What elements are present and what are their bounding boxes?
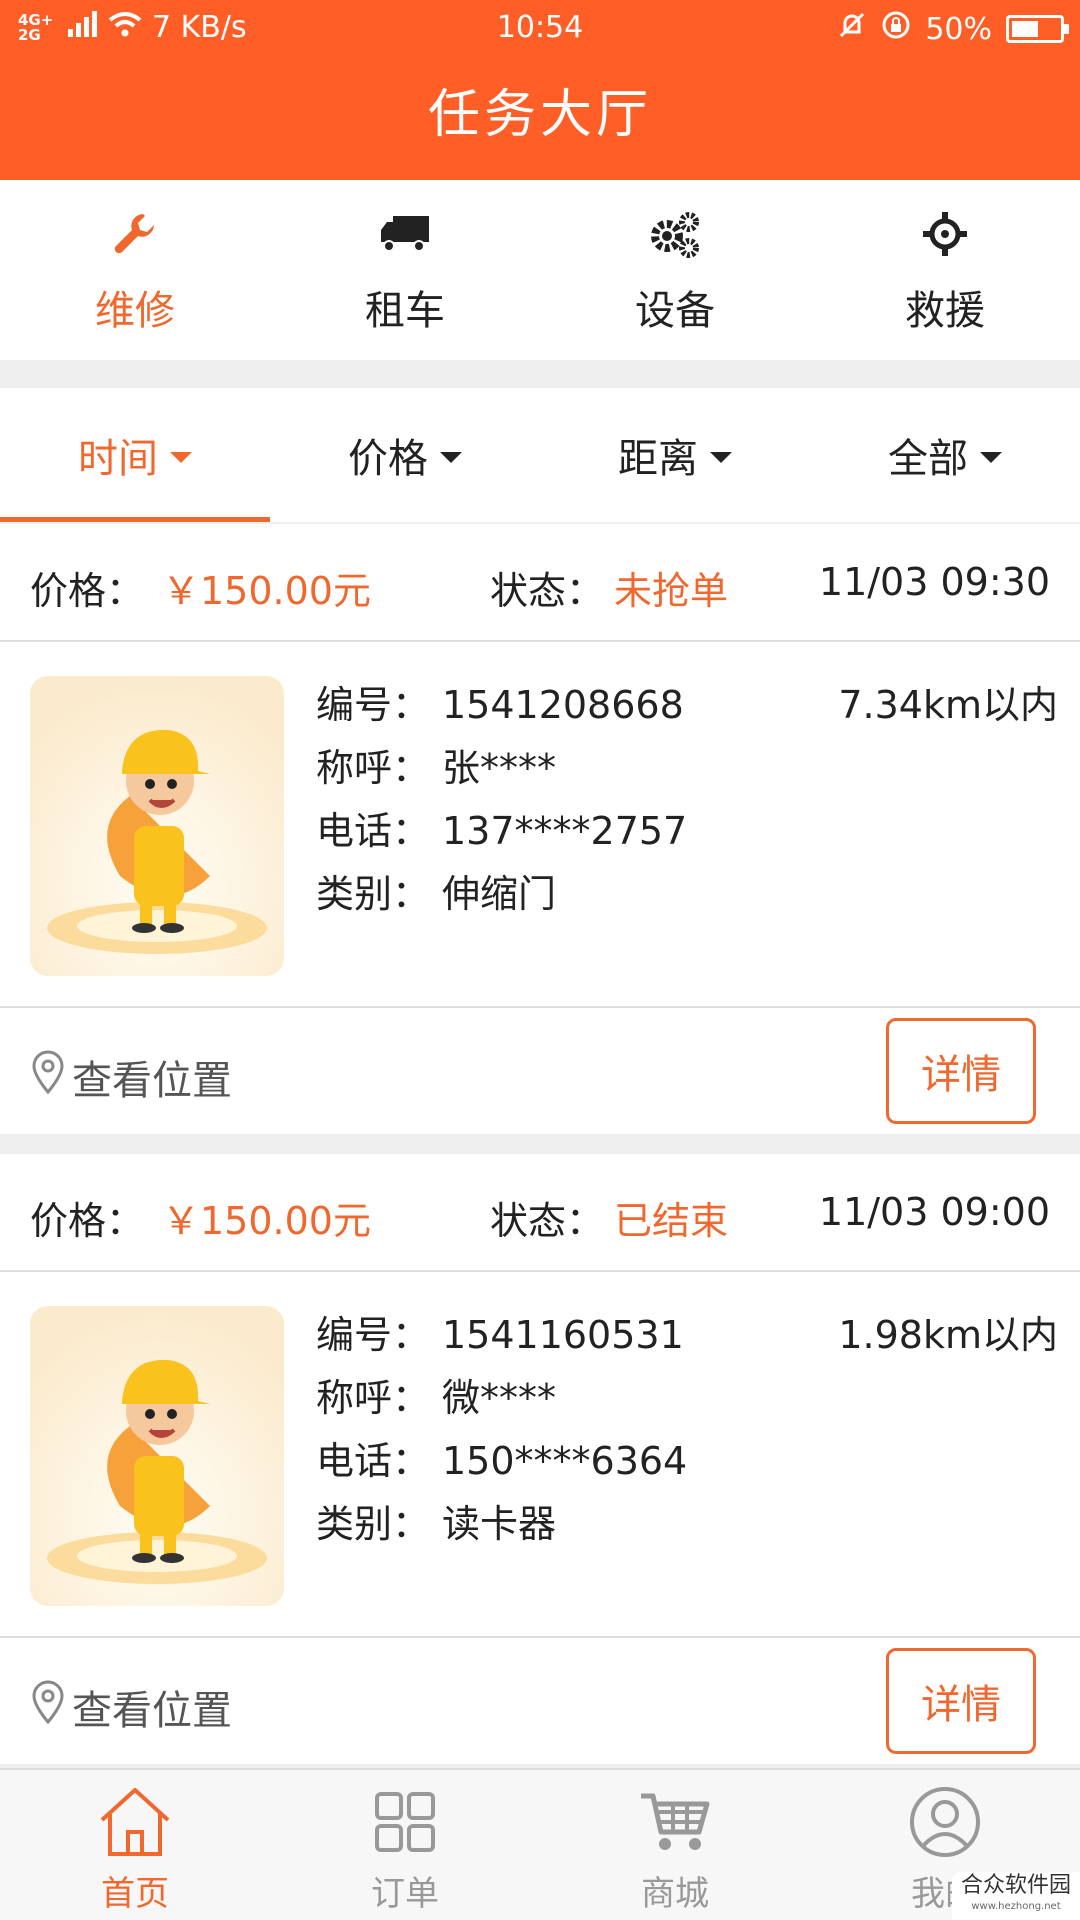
category-label: 设备 <box>635 288 715 334</box>
filter-all[interactable]: 全部 <box>810 388 1080 522</box>
task-action-row: 查看位置 详情 <box>0 1008 1080 1134</box>
number-label: 编号： <box>316 1313 431 1357</box>
watermark-text: 合众软件园 <box>960 1873 1071 1898</box>
category-label: 类别： <box>316 1502 431 1546</box>
category-label: 救援 <box>905 288 985 334</box>
page-title: 任务大厅 <box>427 85 652 145</box>
bottom-nav: 首页 订单 商城 我的 <box>0 1768 1080 1920</box>
status-label: 状态： <box>490 569 605 613</box>
home-icon <box>95 1782 175 1862</box>
cart-icon <box>635 1782 715 1862</box>
mute-bell-icon <box>837 10 867 48</box>
filter-label: 全部 <box>888 436 968 482</box>
caret-down-icon <box>170 451 192 463</box>
category-label: 租车 <box>365 288 445 334</box>
task-info-row: 编号： 1541208668 称呼： 张**** 电话： 137****2757 类别… <box>0 642 1080 1008</box>
watermark-url: www.hezhong.net <box>971 1901 1061 1912</box>
task-summary-row: 价格： ￥150.00元 状态： 未抢单 11/03 09:30 <box>0 524 1080 642</box>
task-name: 微**** <box>442 1376 557 1420</box>
task-time: 11/03 09:00 <box>818 1190 1050 1234</box>
task-info: 编号： 1541160531 称呼： 微**** 电话： 150****6364 类别… <box>316 1304 687 1556</box>
watermark: 合众软件园 www.hezhong.net <box>952 1872 1080 1920</box>
task-status: 未抢单 <box>614 569 729 613</box>
price-label: 价格： <box>30 1199 145 1243</box>
battery-fill <box>1012 21 1038 37</box>
task-distance: 7.34km以内 <box>838 683 1058 727</box>
active-underline <box>0 517 270 522</box>
wrench-icon <box>109 208 161 260</box>
category-equipment[interactable]: 设备 <box>540 180 810 360</box>
status-label: 状态： <box>490 1199 605 1243</box>
category-bar: 维修 租车 设备 救援 <box>0 180 1080 360</box>
rotation-lock-icon <box>881 10 911 48</box>
task-name: 张**** <box>442 746 557 790</box>
task-time: 11/03 09:30 <box>818 560 1050 604</box>
task-card: 价格： ￥150.00元 状态： 未抢单 11/03 09:30 编号： 154… <box>0 524 1080 1134</box>
task-number: 1541208668 <box>442 683 684 727</box>
user-icon <box>905 1782 985 1862</box>
phone-label: 电话： <box>316 809 431 853</box>
battery-percent: 50% <box>925 11 992 47</box>
grid-icon <box>365 1782 445 1862</box>
filter-label: 价格 <box>348 436 428 482</box>
app-header: 4G+ 2G 7 KB/s 10:54 50% 任务大厅 <box>0 0 1080 180</box>
nav-orders[interactable]: 订单 <box>270 1770 540 1920</box>
filter-label: 距离 <box>618 436 698 482</box>
repairman-avatar <box>30 1306 284 1606</box>
location-pin-icon <box>30 1679 66 1735</box>
filter-label: 时间 <box>78 436 158 482</box>
view-location-label: 查看位置 <box>72 1688 232 1734</box>
number-label: 编号： <box>316 683 431 727</box>
truck-icon <box>379 208 431 260</box>
caret-down-icon <box>710 451 732 463</box>
task-action-row: 查看位置 详情 <box>0 1638 1080 1764</box>
filter-distance[interactable]: 距离 <box>540 388 810 522</box>
task-status: 已结束 <box>614 1199 729 1243</box>
price-label: 价格： <box>30 569 145 613</box>
category-label: 类别： <box>316 872 431 916</box>
gears-icon <box>649 208 701 260</box>
nav-label: 商城 <box>641 1874 709 1914</box>
phone-label: 电话： <box>316 1439 431 1483</box>
nav-home[interactable]: 首页 <box>0 1770 270 1920</box>
status-bar: 4G+ 2G 7 KB/s 10:54 50% <box>0 0 1080 60</box>
task-category: 伸缩门 <box>442 872 557 916</box>
filter-price[interactable]: 价格 <box>270 388 540 522</box>
task-number: 1541160531 <box>442 1313 684 1357</box>
caret-down-icon <box>980 451 1002 463</box>
task-phone: 137****2757 <box>442 809 688 853</box>
task-phone: 150****6364 <box>442 1439 688 1483</box>
detail-button[interactable]: 详情 <box>886 1018 1036 1124</box>
task-info: 编号： 1541208668 称呼： 张**** 电话： 137****2757 类别… <box>316 674 687 926</box>
task-info-row: 编号： 1541160531 称呼： 微**** 电话： 150****6364 类别… <box>0 1272 1080 1638</box>
nav-label: 首页 <box>101 1874 169 1914</box>
task-price: ￥150.00元 <box>162 1199 371 1243</box>
nav-label: 订单 <box>371 1874 439 1914</box>
category-repair[interactable]: 维修 <box>0 180 270 360</box>
view-location-label: 查看位置 <box>72 1058 232 1104</box>
detail-button[interactable]: 详情 <box>886 1648 1036 1754</box>
task-summary-row: 价格： ￥150.00元 状态： 已结束 11/03 09:00 <box>0 1154 1080 1272</box>
task-price: ￥150.00元 <box>162 569 371 613</box>
view-location-link[interactable]: 查看位置 <box>30 1048 232 1106</box>
task-distance: 1.98km以内 <box>838 1313 1058 1357</box>
name-label: 称呼： <box>316 1376 431 1420</box>
category-rental[interactable]: 租车 <box>270 180 540 360</box>
filter-time[interactable]: 时间 <box>0 388 270 522</box>
battery-icon <box>1006 15 1069 43</box>
nav-mall[interactable]: 商城 <box>540 1770 810 1920</box>
task-category: 读卡器 <box>442 1502 557 1546</box>
filter-tabs: 时间 价格 距离 全部 <box>0 388 1080 522</box>
crosshair-icon <box>919 208 971 260</box>
view-location-link[interactable]: 查看位置 <box>30 1678 232 1736</box>
category-label: 维修 <box>95 288 175 334</box>
location-pin-icon <box>30 1049 66 1105</box>
name-label: 称呼： <box>316 746 431 790</box>
repairman-avatar <box>30 676 284 976</box>
caret-down-icon <box>440 451 462 463</box>
task-card: 价格： ￥150.00元 状态： 已结束 11/03 09:00 编号： 154… <box>0 1154 1080 1764</box>
category-rescue[interactable]: 救援 <box>810 180 1080 360</box>
